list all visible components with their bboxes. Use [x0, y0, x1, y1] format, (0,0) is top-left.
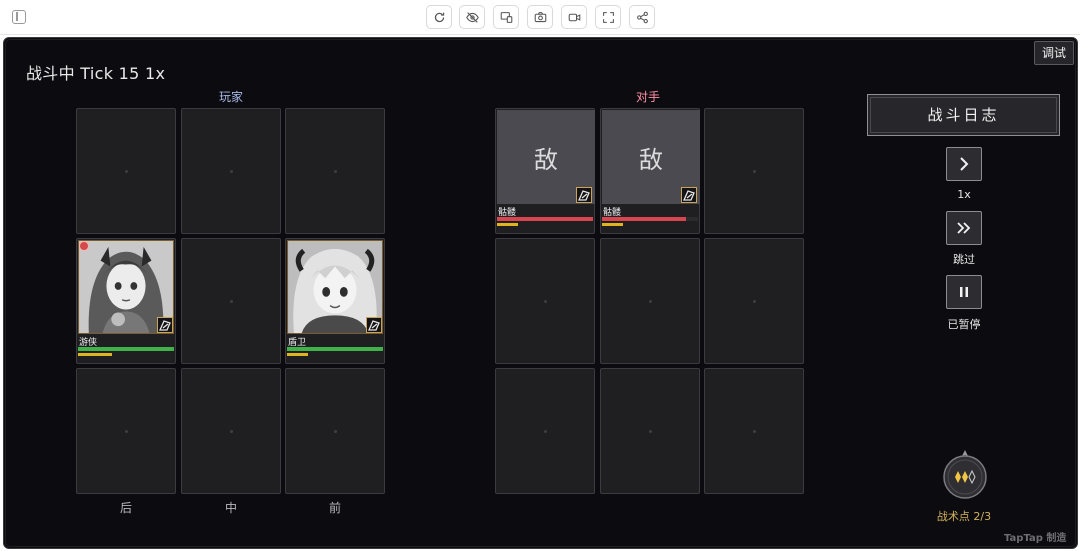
screenshot-button[interactable] [527, 5, 553, 29]
enemy-unit-card[interactable]: 敌 骷髅 [600, 108, 700, 234]
game-viewport[interactable]: 战斗中 Tick 15 1x 调试 玩家 对手 游侠 盾卫 后 中 前 敌 骷髅… [3, 37, 1078, 549]
column-label-middle: 中 [225, 501, 238, 515]
energy-fill [78, 353, 112, 356]
player-slot-mid-3[interactable] [181, 368, 281, 494]
empty-slot-dot [753, 300, 756, 303]
column-label-back: 后 [120, 501, 133, 515]
empty-slot-dot [649, 430, 652, 433]
energy-fill [287, 353, 309, 356]
battle-log-button[interactable]: 战斗日志 [867, 94, 1060, 136]
player-unit-card[interactable]: 游侠 [76, 238, 176, 364]
top-toolbar [0, 0, 1080, 35]
empty-slot-dot [544, 430, 547, 433]
hide-button[interactable] [459, 5, 485, 29]
empty-slot-dot [334, 170, 337, 173]
speed-button[interactable] [946, 147, 982, 181]
enemy-slot-mid-2[interactable] [600, 238, 700, 364]
pause-label: 已暂停 [947, 318, 981, 331]
player-slot-mid-2[interactable] [181, 238, 281, 364]
role-icon [681, 187, 697, 203]
enemy-slot-front-3[interactable] [495, 368, 595, 494]
status-effect-icon [79, 241, 89, 251]
energy-bar [287, 353, 383, 356]
pause-icon [960, 287, 968, 297]
role-icon [366, 317, 382, 333]
taptap-watermark: TapTap 制造 [1004, 533, 1067, 544]
enemy-glyph: 敌 [639, 146, 663, 174]
enemy-slot-mid-3[interactable] [600, 368, 700, 494]
video-icon [568, 13, 581, 22]
camera-icon [534, 12, 547, 23]
enemy-slot-back-3[interactable] [704, 368, 804, 494]
player-side-label: 玩家 [219, 90, 244, 104]
energy-bar [78, 353, 174, 356]
tactic-points-orb-icon[interactable] [941, 450, 989, 500]
energy-fill [602, 223, 624, 226]
empty-slot-dot [230, 170, 233, 173]
empty-slot-dot [125, 430, 128, 433]
chevron-right-icon [960, 157, 969, 171]
player-slot-front-1[interactable] [285, 108, 385, 234]
fullscreen-button[interactable] [595, 5, 621, 29]
player-slot-front-3[interactable] [285, 368, 385, 494]
battle-status-title: 战斗中 Tick 15 1x [26, 64, 166, 83]
empty-slot-dot [125, 170, 128, 173]
player-unit-card[interactable]: 盾卫 [285, 238, 385, 364]
enemy-unit-card[interactable]: 敌 骷髅 [495, 108, 595, 234]
hp-fill [287, 347, 383, 351]
player-slot-back-3[interactable] [76, 368, 176, 494]
skip-button[interactable] [946, 211, 982, 245]
hp-bar [497, 217, 593, 221]
empty-slot-dot [649, 300, 652, 303]
empty-slot-dot [544, 300, 547, 303]
debug-button[interactable]: 调试 [1034, 41, 1074, 65]
enemy-slot-front-2[interactable] [495, 238, 595, 364]
player-slot-back-1[interactable] [76, 108, 176, 234]
empty-slot-dot [753, 430, 756, 433]
energy-bar [602, 223, 698, 226]
refresh-button[interactable] [426, 5, 452, 29]
enemy-slot-back-1[interactable] [704, 108, 804, 234]
role-icon [576, 187, 592, 203]
hp-bar [287, 347, 383, 351]
refresh-icon [434, 12, 445, 23]
hp-fill [78, 347, 174, 351]
enemy-glyph: 敌 [534, 146, 558, 174]
fullscreen-icon [603, 12, 614, 23]
eye-off-icon [466, 12, 479, 23]
record-button[interactable] [561, 5, 587, 29]
hp-fill [497, 217, 593, 221]
hp-fill [602, 217, 687, 221]
enemy-side-label: 对手 [636, 90, 661, 104]
share-button[interactable] [629, 5, 655, 29]
enemy-slot-back-2[interactable] [704, 238, 804, 364]
empty-slot-dot [334, 430, 337, 433]
column-label-front: 前 [329, 501, 342, 515]
device-icon [500, 12, 513, 23]
role-icon [157, 317, 173, 333]
energy-bar [497, 223, 593, 226]
share-icon [637, 11, 648, 24]
device-button[interactable] [493, 5, 519, 29]
speed-label: 1x [957, 188, 971, 201]
empty-slot-dot [753, 170, 756, 173]
double-chevron-right-icon [957, 222, 971, 234]
empty-slot-dot [230, 300, 233, 303]
hp-bar [78, 347, 174, 351]
empty-slot-dot [230, 430, 233, 433]
sidebar-toggle-icon[interactable] [12, 10, 26, 24]
energy-fill [497, 223, 519, 226]
pause-button[interactable] [946, 275, 982, 309]
skip-label: 跳过 [953, 253, 975, 266]
hp-bar [602, 217, 698, 221]
player-slot-mid-1[interactable] [181, 108, 281, 234]
tactic-points-label: 战术点 2/3 [936, 510, 992, 523]
